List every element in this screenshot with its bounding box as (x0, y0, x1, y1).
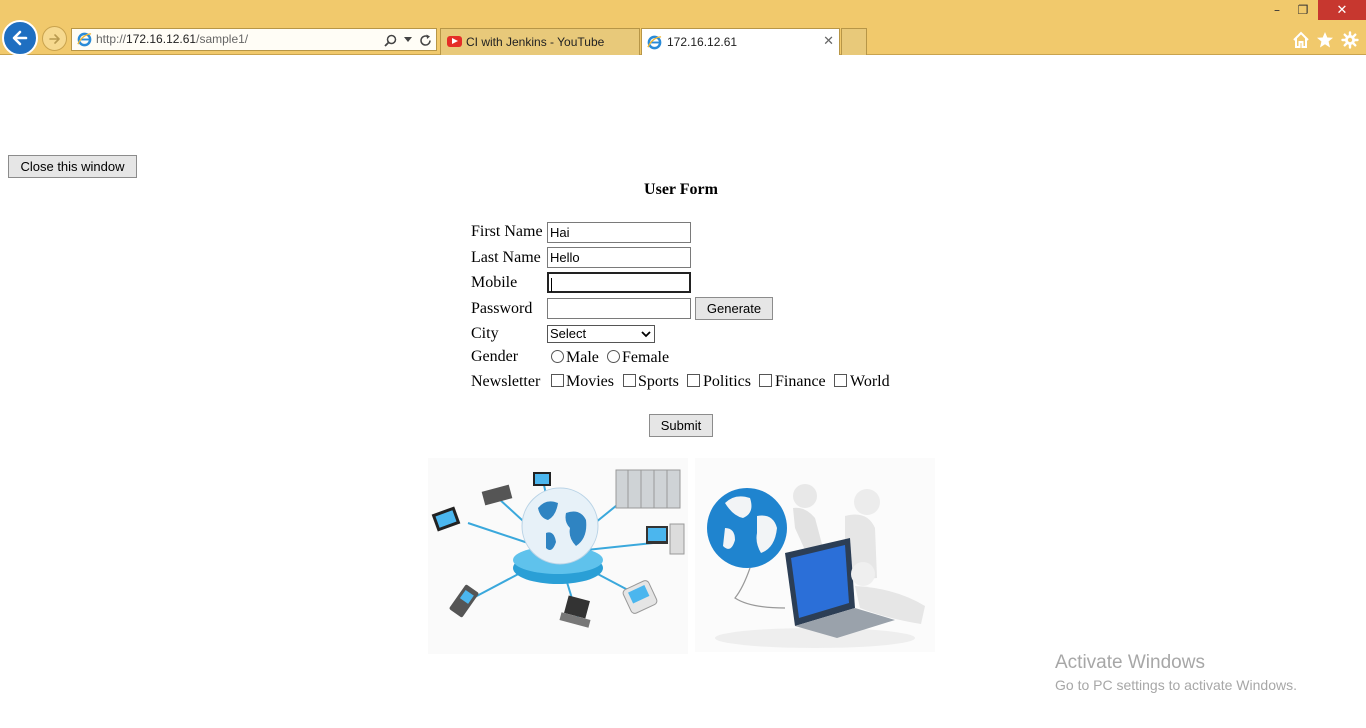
submit-button[interactable]: Submit (649, 414, 713, 437)
last-name-label: Last Name (471, 249, 541, 266)
newsletter-politics-checkbox[interactable] (687, 374, 700, 387)
forward-button[interactable] (42, 26, 67, 51)
newsletter-movies-checkbox[interactable] (551, 374, 564, 387)
new-tab-button[interactable] (841, 28, 867, 55)
text-caret (551, 277, 552, 292)
first-name-input[interactable]: Hai (547, 222, 691, 243)
close-tab-icon[interactable]: ✕ (823, 33, 834, 49)
favorites-star-icon[interactable] (1316, 31, 1334, 49)
close-this-window-button[interactable]: Close this window (8, 155, 137, 178)
gender-female-label: Female (622, 349, 670, 366)
activate-windows-subtitle: Go to PC settings to activate Windows. (1055, 677, 1297, 693)
refresh-icon[interactable] (419, 34, 432, 47)
network-globe-image (428, 458, 688, 654)
tab-title: CI with Jenkins - YouTube (466, 35, 605, 49)
gender-male-label: Male (566, 349, 599, 366)
back-button[interactable] (2, 20, 38, 56)
first-name-label: First Name (471, 223, 543, 240)
mobile-label: Mobile (471, 274, 518, 291)
password-input[interactable] (547, 298, 691, 319)
generate-button[interactable]: Generate (695, 297, 773, 320)
tab-title: 172.16.12.61 (667, 35, 738, 49)
youtube-icon (447, 36, 462, 47)
search-icon[interactable] (384, 34, 397, 47)
gender-female-radio[interactable] (607, 350, 620, 363)
password-label: Password (471, 300, 533, 317)
close-window-button[interactable]: ✕ (1318, 0, 1366, 20)
newsletter-world-checkbox[interactable] (834, 374, 847, 387)
last-name-input[interactable]: Hello (547, 247, 691, 268)
last-name-value: Hello (550, 250, 580, 265)
restore-button[interactable]: ❐ (1292, 0, 1314, 20)
chevron-down-icon[interactable] (404, 37, 412, 43)
tab-youtube[interactable]: CI with Jenkins - YouTube (440, 28, 640, 55)
newsletter-world-label: World (850, 373, 890, 390)
first-name-value: Hai (550, 225, 570, 240)
gender-label: Gender (471, 348, 519, 365)
back-arrow-icon (12, 30, 28, 46)
gear-icon[interactable] (1341, 31, 1359, 49)
forward-arrow-icon (48, 33, 60, 44)
city-select[interactable]: Select (547, 325, 655, 343)
newsletter-finance-checkbox[interactable] (759, 374, 772, 387)
form-title: User Form (644, 181, 718, 198)
home-icon[interactable] (1292, 31, 1310, 49)
newsletter-finance-label: Finance (775, 373, 826, 390)
newsletter-sports-label: Sports (638, 373, 679, 390)
activate-windows-title: Activate Windows (1055, 652, 1205, 673)
newsletter-movies-label: Movies (566, 373, 614, 390)
city-selected-value: Select (550, 326, 587, 341)
gender-male-radio[interactable] (551, 350, 564, 363)
address-url: http://172.16.12.61/sample1/ (96, 32, 249, 46)
newsletter-label: Newsletter (471, 373, 541, 390)
ie-page-icon (77, 32, 92, 47)
newsletter-sports-checkbox[interactable] (623, 374, 636, 387)
browser-toolbar: http://172.16.12.61/sample1/ CI with Jen… (0, 0, 1366, 56)
address-bar[interactable]: http://172.16.12.61/sample1/ (71, 28, 437, 51)
city-label: City (471, 325, 499, 342)
people-globe-laptop-image (695, 458, 935, 652)
chevron-down-icon (641, 331, 651, 338)
newsletter-politics-label: Politics (703, 373, 752, 390)
minimize-button[interactable]: – (1266, 0, 1288, 20)
tab-active-page[interactable]: 172.16.12.61 ✕ (641, 28, 840, 55)
ie-page-icon (647, 35, 662, 50)
mobile-input[interactable] (547, 272, 691, 293)
